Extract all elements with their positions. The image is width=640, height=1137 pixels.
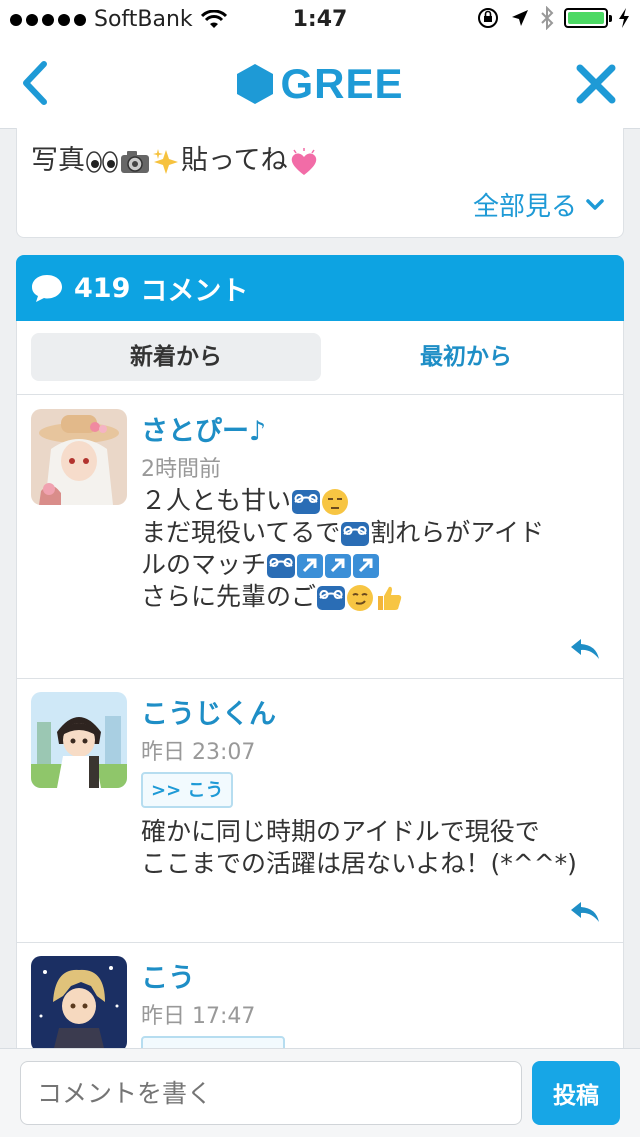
comment-composer: 投稿 xyxy=(0,1048,640,1137)
rotation-lock-icon xyxy=(478,8,498,28)
close-icon[interactable] xyxy=(574,62,618,106)
gree-hexagon-icon xyxy=(237,64,274,104)
thumbs-up-emoji-icon xyxy=(378,586,402,610)
loop-emoji-icon xyxy=(292,490,321,514)
reply-icon[interactable] xyxy=(569,637,601,661)
avatar[interactable] xyxy=(31,692,127,788)
comment-author[interactable]: こうじくん xyxy=(141,692,276,731)
speech-bubble-icon xyxy=(32,275,62,302)
status-bar: SoftBank 1:47 xyxy=(0,0,640,40)
comment-item: さとぴー♪ 2時間前 ２人とも甘い まだ現役いてるで 割れらがアイド ルのマッチ … xyxy=(17,395,623,679)
arrow-up-right-emoji-icon xyxy=(353,554,380,578)
camera-emoji-icon xyxy=(121,150,149,173)
comment-list: さとぴー♪ 2時間前 ２人とも甘い まだ現役いてるで 割れらがアイド ルのマッチ … xyxy=(16,395,624,1050)
comment-count: 419 xyxy=(74,272,131,304)
chevron-down-icon xyxy=(586,198,604,210)
comment-author[interactable]: こう xyxy=(141,956,195,995)
sparkles-emoji-icon xyxy=(153,148,178,174)
arrow-up-right-emoji-icon xyxy=(325,554,352,578)
arrow-up-right-emoji-icon xyxy=(297,554,324,578)
loop-emoji-icon xyxy=(267,554,296,578)
smirking-face-emoji-icon xyxy=(347,585,374,611)
comment-item: こう 昨日 17:47 xyxy=(17,942,623,1050)
sort-tabs: 新着から 最初から xyxy=(16,321,624,395)
avatar[interactable] xyxy=(31,409,127,505)
comment-item: こうじくん 昨日 23:07 >> こう 確かに同じ時期のアイドルで現役で ここ… xyxy=(17,678,623,943)
charging-bolt-icon xyxy=(619,8,629,28)
comment-body: ２人とも甘い まだ現役いてるで 割れらがアイド ルのマッチ さらに先輩のご xyxy=(141,486,545,611)
comments-header: 419 コメント xyxy=(16,255,624,321)
eyes-emoji-icon xyxy=(86,150,118,173)
post-card: 写真 貼ってね 全部見る xyxy=(16,128,624,238)
bluetooth-icon xyxy=(541,6,554,30)
comments-header-label: コメント xyxy=(140,275,249,307)
sparkling-heart-emoji-icon xyxy=(291,147,316,175)
navigation-bar: GREE xyxy=(0,40,640,129)
reply-to-tag[interactable]: >> こう xyxy=(141,772,234,808)
comment-author[interactable]: さとぴー♪ xyxy=(141,409,266,448)
tab-oldest[interactable]: 最初から xyxy=(321,333,611,381)
comment-body: 確かに同じ時期のアイドルで現役で ここまでの活躍は居ないよね！(*^^*) xyxy=(141,817,577,878)
unamused-face-emoji-icon xyxy=(322,489,349,515)
comment-timestamp: 昨日 23:07 xyxy=(141,740,256,765)
battery-icon xyxy=(564,8,612,28)
comment-timestamp: 2時間前 xyxy=(141,457,221,482)
loop-emoji-icon xyxy=(317,586,346,610)
tab-newest[interactable]: 新着から xyxy=(31,333,321,381)
loop-emoji-icon xyxy=(341,522,370,546)
reply-icon[interactable] xyxy=(569,900,601,924)
comment-input[interactable] xyxy=(20,1061,522,1125)
post-text: 写真 貼ってね xyxy=(31,138,320,177)
see-all-link[interactable]: 全部見る xyxy=(473,186,605,223)
avatar[interactable] xyxy=(31,956,127,1050)
post-button[interactable]: 投稿 xyxy=(532,1061,620,1125)
location-arrow-icon xyxy=(512,10,528,26)
app-logo: GREE xyxy=(0,60,640,109)
logo-text: GREE xyxy=(280,60,404,107)
comment-timestamp: 昨日 17:47 xyxy=(141,1004,256,1029)
